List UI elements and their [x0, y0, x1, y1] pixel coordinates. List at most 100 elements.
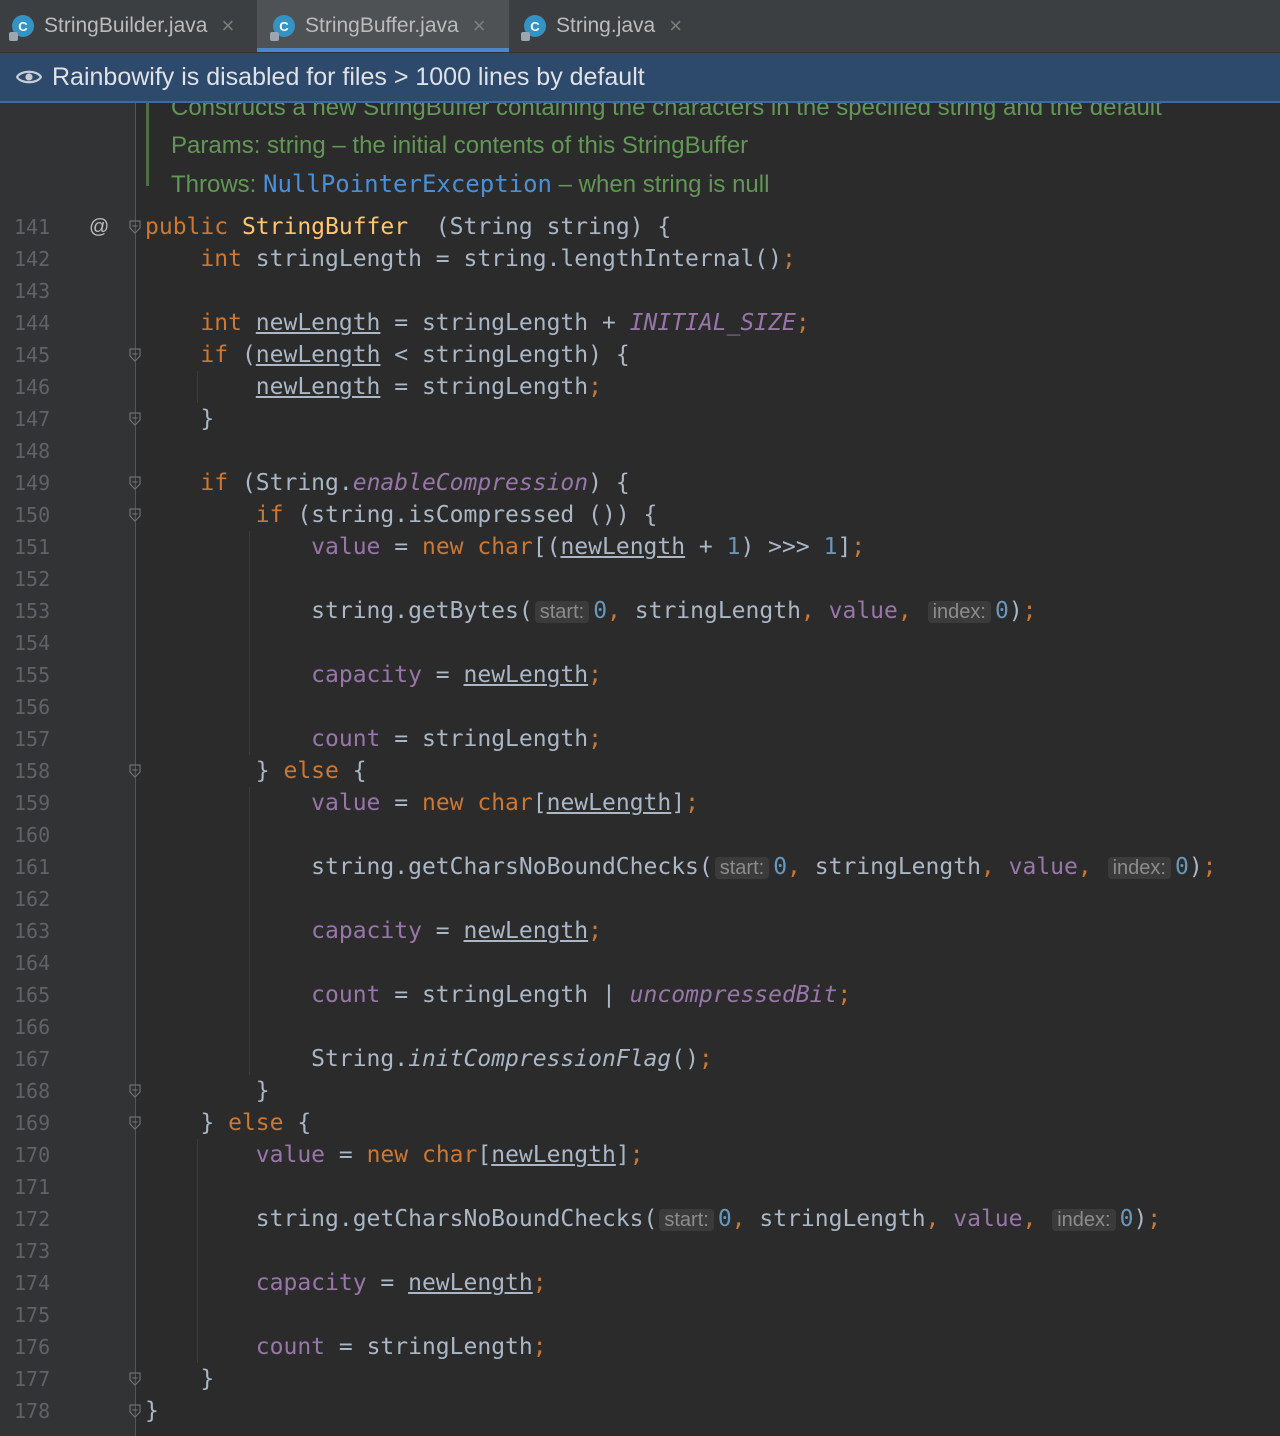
- code-token: newLength: [546, 790, 672, 816]
- line-number: 152: [14, 567, 51, 591]
- code-text: capacity = newLength;: [145, 659, 602, 691]
- line-number: 156: [14, 695, 51, 719]
- code-line[interactable]: 177 }: [0, 1363, 1280, 1395]
- code-line[interactable]: 173: [0, 1235, 1280, 1267]
- code-line[interactable]: 162: [0, 883, 1280, 915]
- code-text: } else {: [145, 1107, 311, 1139]
- code-text: if (string.isCompressed ()) {: [145, 499, 658, 531]
- fold-icon[interactable]: [129, 476, 141, 490]
- code-token: ,: [607, 598, 635, 624]
- code-text: int newLength = stringLength + INITIAL_S…: [145, 307, 809, 339]
- code-token: ,: [800, 598, 829, 624]
- code-token: =: [421, 662, 464, 688]
- code-token: ;: [588, 918, 602, 944]
- tab-stringbuilder[interactable]: C StringBuilder.java ×: [0, 0, 256, 52]
- code-token: ,: [731, 1206, 760, 1232]
- exception-link[interactable]: NullPointerException: [263, 170, 552, 198]
- fold-icon[interactable]: [129, 1372, 141, 1386]
- code-line[interactable]: 142 int stringLength = string.lengthInte…: [0, 243, 1280, 275]
- code-line[interactable]: 146 newLength = stringLength;: [0, 371, 1280, 403]
- code-token: ): [1008, 598, 1023, 624]
- code-line[interactable]: 171: [0, 1171, 1280, 1203]
- code-line[interactable]: 147 }: [0, 403, 1280, 435]
- code-line[interactable]: 158 } else {: [0, 755, 1280, 787]
- code-line[interactable]: 150 if (string.isCompressed ()) {: [0, 499, 1280, 531]
- code-token: ]: [615, 1142, 630, 1168]
- code-token: value: [311, 790, 381, 816]
- code-line[interactable]: 157 count = stringLength;: [0, 723, 1280, 755]
- fold-icon[interactable]: [129, 220, 141, 234]
- code-token: newLength: [255, 374, 381, 400]
- code-token: String.: [145, 1046, 409, 1072]
- fold-icon[interactable]: [129, 1116, 141, 1130]
- code-token: new char: [421, 790, 533, 816]
- code-line[interactable]: 144 int newLength = stringLength + INITI…: [0, 307, 1280, 339]
- code-line[interactable]: 161 string.getCharsNoBoundChecks(start: 0…: [0, 851, 1280, 883]
- java-class-icon: C: [9, 15, 34, 41]
- code-line[interactable]: 170 value = new char[newLength];: [0, 1139, 1280, 1171]
- code-line[interactable]: 160: [0, 819, 1280, 851]
- code-line[interactable]: 166: [0, 1011, 1280, 1043]
- code-line[interactable]: 175: [0, 1299, 1280, 1331]
- code-token: 1: [823, 534, 838, 560]
- code-token: newLength: [463, 662, 589, 688]
- tab-string[interactable]: C String.java ×: [510, 0, 706, 52]
- code-token: ): [1133, 1206, 1148, 1232]
- line-number: 161: [14, 855, 51, 879]
- code-token: }: [145, 1398, 159, 1424]
- code-line[interactable]: 163 capacity = newLength;: [0, 915, 1280, 947]
- code-line[interactable]: 143: [0, 275, 1280, 307]
- fold-icon[interactable]: [129, 1084, 141, 1098]
- code-line[interactable]: 152: [0, 563, 1280, 595]
- code-line[interactable]: 165 count = stringLength | uncompressedB…: [0, 979, 1280, 1011]
- code-line[interactable]: 164: [0, 947, 1280, 979]
- code-token: uncompressedBit: [629, 982, 838, 1008]
- code-token: ) >>>: [740, 534, 824, 560]
- fold-icon[interactable]: [129, 412, 141, 426]
- code-line[interactable]: 153 string.getBytes(start: 0, stringLengt…: [0, 595, 1280, 627]
- fold-icon[interactable]: [129, 764, 141, 778]
- line-number: 165: [14, 983, 51, 1007]
- close-icon[interactable]: ×: [473, 13, 486, 39]
- code-line[interactable]: 176 count = stringLength;: [0, 1331, 1280, 1363]
- code-line[interactable]: 148: [0, 435, 1280, 467]
- code-line[interactable]: 145 if (newLength < stringLength) {: [0, 339, 1280, 371]
- code-line[interactable]: 167 String.initCompressionFlag();: [0, 1043, 1280, 1075]
- line-number: 162: [14, 887, 51, 911]
- javadoc-params: Params: string – the initial contents of…: [171, 132, 749, 159]
- code-line[interactable]: 156: [0, 691, 1280, 723]
- code-line[interactable]: 151 value = new char[(newLength + 1) >>>…: [0, 531, 1280, 563]
- line-number: 172: [14, 1207, 51, 1231]
- code-line[interactable]: 174 capacity = newLength;: [0, 1267, 1280, 1299]
- code-line[interactable]: 154: [0, 627, 1280, 659]
- close-icon[interactable]: ×: [221, 13, 234, 39]
- fold-icon[interactable]: [129, 348, 141, 362]
- tab-stringbuffer[interactable]: C StringBuffer.java ×: [257, 0, 509, 52]
- code-token: capacity: [311, 918, 422, 944]
- code-line[interactable]: 155 capacity = newLength;: [0, 659, 1280, 691]
- fold-icon[interactable]: [129, 1404, 141, 1418]
- javadoc-bar: [146, 103, 149, 186]
- parameter-hint: index:: [1052, 1209, 1116, 1231]
- code-token: ,: [897, 598, 926, 624]
- code-line[interactable]: 169 } else {: [0, 1107, 1280, 1139]
- line-number: 171: [14, 1175, 51, 1199]
- code-token: (String.: [241, 470, 353, 496]
- override-gutter-icon[interactable]: @: [89, 211, 109, 243]
- code-editor[interactable]: Constructs a new StringBuffer containing…: [0, 103, 1280, 1436]
- code-line[interactable]: 141 @ public StringBuffer (String string) …: [0, 211, 1280, 243]
- close-icon[interactable]: ×: [669, 13, 682, 39]
- line-number: 178: [14, 1399, 51, 1423]
- code-line[interactable]: 172 string.getCharsNoBoundChecks(start: 0…: [0, 1203, 1280, 1235]
- code-line[interactable]: 159 value = new char[newLength];: [0, 787, 1280, 819]
- code-text: } else {: [145, 755, 367, 787]
- line-number: 153: [14, 599, 51, 623]
- code-line[interactable]: 149 if (String.enableCompression) {: [0, 467, 1280, 499]
- fold-icon[interactable]: [129, 508, 141, 522]
- code-line[interactable]: 168 }: [0, 1075, 1280, 1107]
- line-number: 149: [14, 471, 51, 495]
- code-line[interactable]: 178}: [0, 1395, 1280, 1427]
